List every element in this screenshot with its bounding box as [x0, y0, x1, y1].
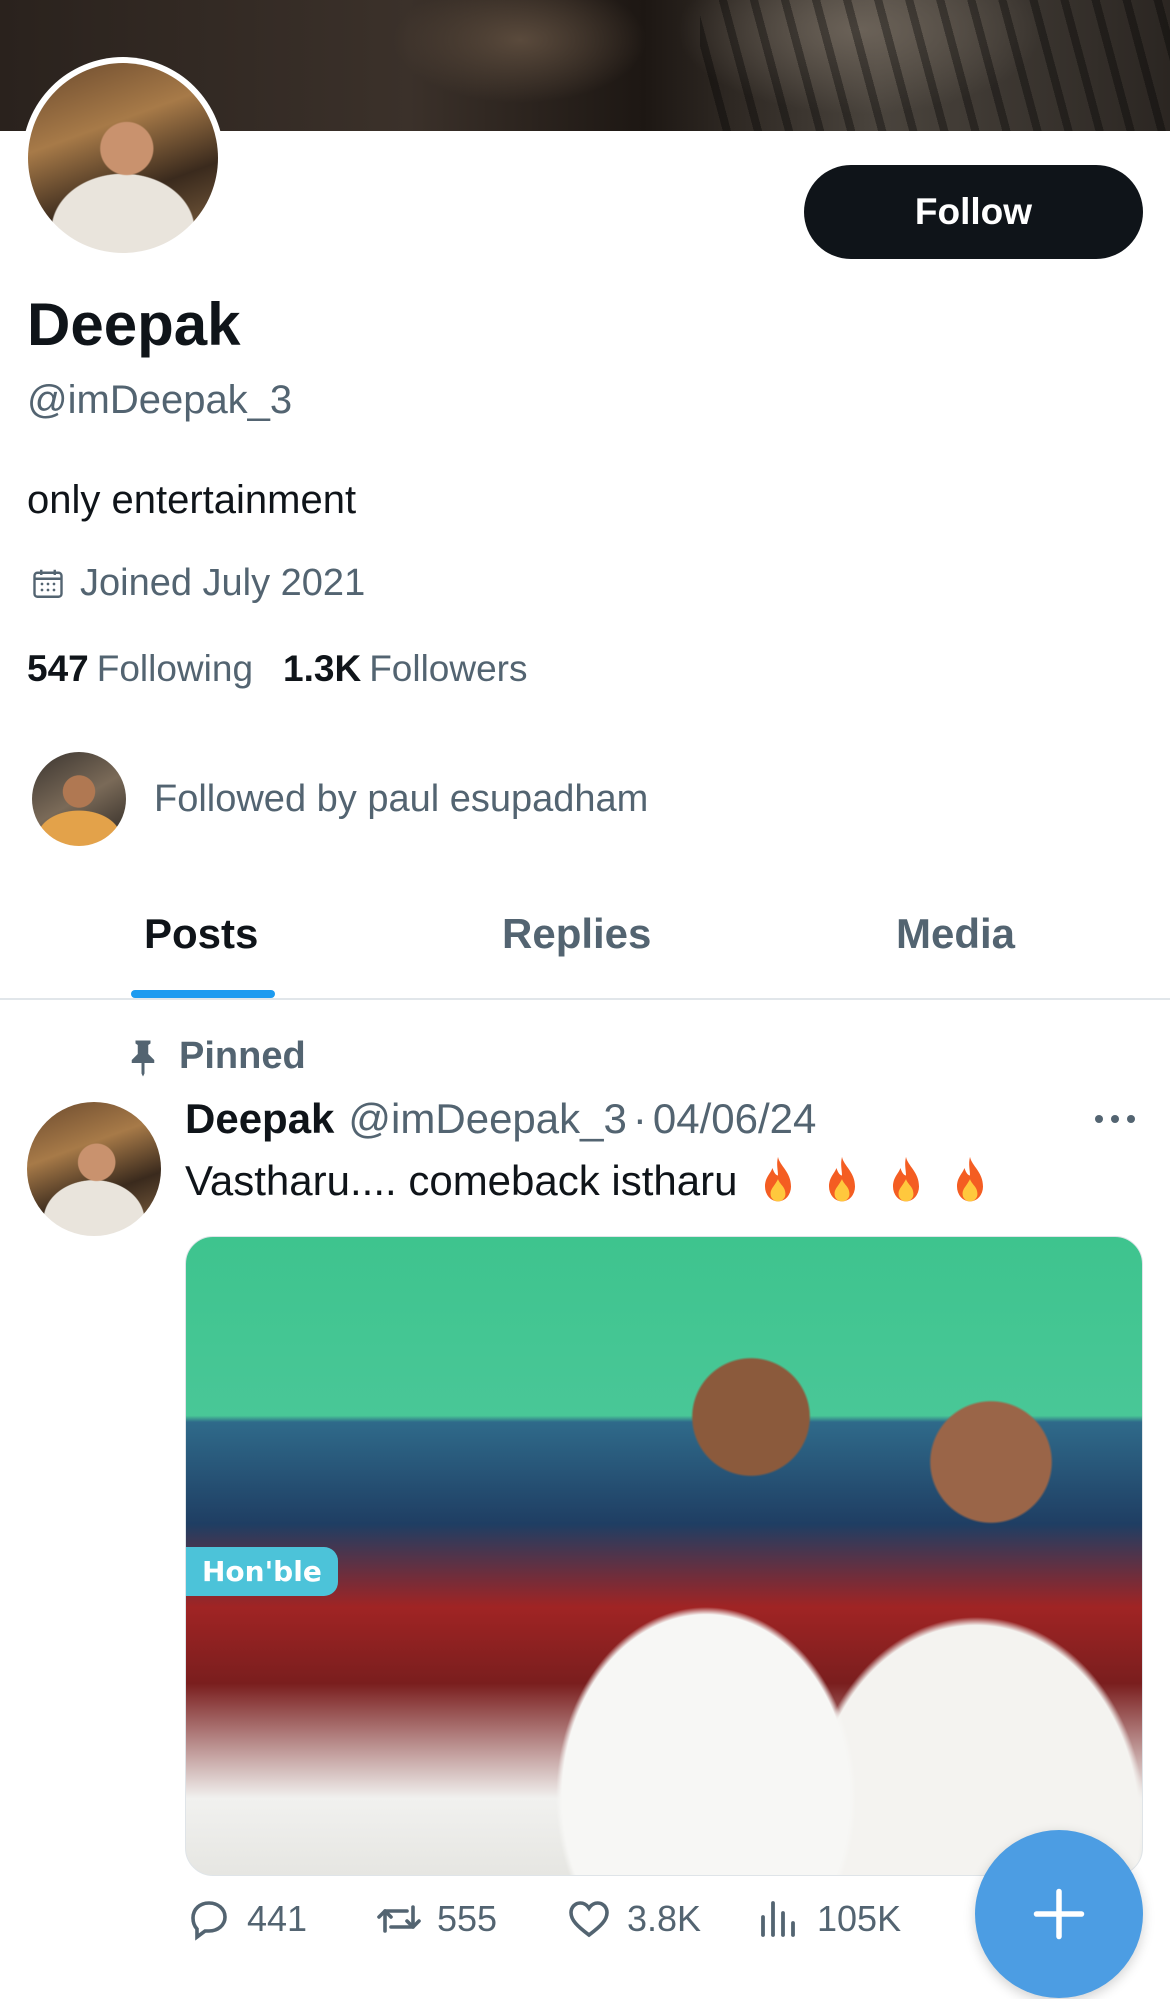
views-count: 105K — [817, 1898, 902, 1939]
joined-text: Joined July 2021 — [80, 562, 366, 604]
post-author-avatar[interactable] — [27, 1102, 161, 1236]
fire-icon — [765, 1156, 792, 1202]
fire-icon — [829, 1156, 856, 1202]
post-image[interactable]: Hon'ble — [185, 1236, 1143, 1876]
followers-count: 1.3K — [283, 648, 362, 689]
post-date[interactable]: 04/06/24 — [653, 1095, 817, 1143]
post-separator: · — [632, 1095, 647, 1142]
reply-count: 441 — [247, 1898, 308, 1939]
profile-handle: @imDeepak_3 — [27, 378, 293, 422]
post-text-content: Vastharu.... comeback istharu — [185, 1157, 738, 1204]
follow-stats: 547 Following 1.3K Followers — [27, 648, 528, 690]
active-tab-indicator — [131, 990, 275, 998]
tab-posts[interactable]: Posts — [144, 910, 258, 958]
pinned-label: Pinned — [125, 1035, 306, 1078]
repost-button[interactable]: 555 — [375, 1895, 565, 1943]
followers-label: Followers — [369, 648, 528, 689]
plus-icon — [1033, 1888, 1085, 1940]
follower-avatar — [32, 752, 126, 846]
profile-name: Deepak — [27, 291, 241, 358]
heart-icon — [569, 1901, 609, 1938]
followed-by[interactable]: Followed by paul esupadham — [32, 752, 648, 846]
follow-button[interactable]: Follow — [804, 165, 1143, 259]
pinned-text: Pinned — [179, 1035, 306, 1077]
like-button[interactable]: 3.8K — [565, 1895, 755, 1943]
fire-icon — [957, 1156, 984, 1202]
following-link[interactable]: 547 Following — [27, 648, 253, 690]
post-header: Deepak @imDeepak_3 · 04/06/24 — [185, 1095, 816, 1143]
post-author-name[interactable]: Deepak — [185, 1095, 334, 1143]
views-icon — [761, 1901, 795, 1937]
pin-icon — [131, 1040, 155, 1076]
following-label: Following — [96, 648, 254, 689]
profile-avatar[interactable] — [22, 57, 224, 259]
followed-by-text: Followed by paul esupadham — [154, 777, 649, 820]
profile-avatar-image — [28, 63, 218, 253]
tab-media[interactable]: Media — [896, 910, 1015, 958]
profile-tabs: Posts Replies Media — [0, 880, 1170, 1000]
profile-bio: only entertainment — [27, 478, 357, 522]
reply-icon — [191, 1901, 227, 1941]
repost-icon — [377, 1905, 421, 1933]
repost-count: 555 — [437, 1898, 498, 1939]
compose-button[interactable] — [975, 1830, 1143, 1998]
fire-icon — [893, 1156, 920, 1202]
following-count: 547 — [27, 648, 89, 689]
calendar-icon — [33, 569, 63, 598]
joined-date: Joined July 2021 — [30, 562, 365, 605]
post-actions: 441 555 3.8K 105K — [185, 1895, 945, 1943]
post-author-handle[interactable]: @imDeepak_3 — [348, 1095, 626, 1143]
followers-link[interactable]: 1.3K Followers — [283, 648, 527, 690]
post-text: Vastharu.... comeback istharu — [185, 1155, 993, 1207]
views-button[interactable]: 105K — [755, 1895, 945, 1943]
banner-image-detail — [700, 0, 1170, 131]
reply-button[interactable]: 441 — [185, 1895, 375, 1943]
tab-replies[interactable]: Replies — [502, 910, 651, 958]
more-icon[interactable] — [1093, 1112, 1137, 1126]
image-sign-text: Hon'ble — [186, 1547, 338, 1596]
like-count: 3.8K — [627, 1898, 702, 1939]
